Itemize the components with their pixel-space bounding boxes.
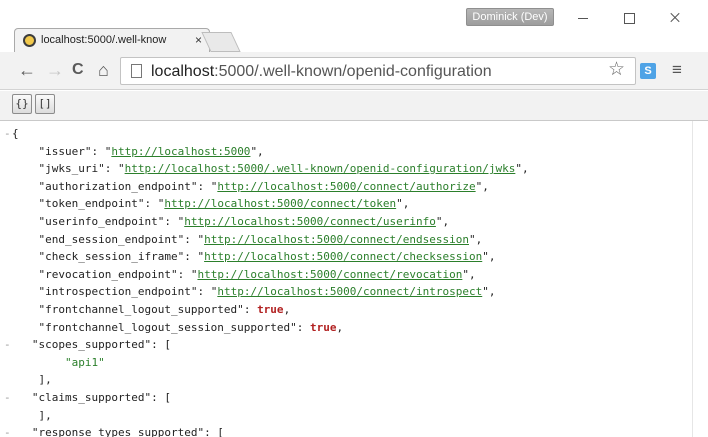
json-line: "check_session_iframe": "http://localhos… [4, 248, 529, 266]
maximize-icon[interactable] [621, 10, 637, 26]
json-url-value[interactable]: http://localhost:5000/connect/checksessi… [204, 250, 482, 263]
json-line: "authorization_endpoint": "http://localh… [4, 178, 529, 196]
gutter [4, 407, 12, 425]
collapse-arrays-button[interactable]: [] [35, 94, 55, 114]
json-key: "response_types_supported" [31, 426, 205, 437]
collapse-objects-button[interactable]: {} [12, 94, 32, 114]
json-line: ], [4, 407, 529, 425]
json-line: "api1" [4, 354, 529, 372]
json-key: "frontchannel_logout_supported" [38, 302, 244, 316]
json-key: "userinfo_endpoint" [38, 214, 165, 228]
collapse-toggle[interactable]: - [4, 125, 12, 143]
json-line: "issuer": "http://localhost:5000", [4, 143, 529, 161]
browser-tab[interactable]: localhost:5000/.well-know × [14, 28, 210, 52]
profile-badge[interactable]: Dominick (Dev) [466, 8, 554, 26]
json-key: "claims_supported" [31, 390, 152, 404]
gutter [4, 283, 12, 301]
json-bracket: ], [38, 408, 52, 422]
minimize-icon[interactable] [575, 10, 591, 26]
json-bool-value: true [257, 302, 284, 316]
json-line: "frontchannel_logout_supported": true, [4, 301, 529, 319]
json-url-value[interactable]: http://localhost:5000/connect/userinfo [184, 215, 436, 228]
address-bar[interactable]: localhost:5000/.well-known/openid-config… [120, 57, 636, 85]
json-url-value[interactable]: http://localhost:5000 [111, 145, 250, 158]
json-line: "token_endpoint": "http://localhost:5000… [4, 195, 529, 213]
gutter [4, 301, 12, 319]
json-key: "token_endpoint" [38, 197, 145, 211]
gutter [4, 178, 12, 196]
json-line: - "claims_supported": [ [4, 389, 529, 407]
json-line: "jwks_uri": "http://localhost:5000/.well… [4, 160, 529, 178]
json-url-value[interactable]: http://localhost:5000/connect/endsession [204, 233, 469, 246]
json-key: "issuer" [38, 144, 92, 158]
json-viewer-toolbar: {} [] [0, 91, 708, 121]
gutter [4, 160, 12, 178]
gutter [4, 213, 12, 231]
json-key: "scopes_supported" [31, 338, 152, 352]
json-string-value: "api1" [64, 355, 105, 369]
json-line: -{ [4, 125, 529, 143]
json-line: "introspection_endpoint": "http://localh… [4, 283, 529, 301]
json-line: - "scopes_supported": [ [4, 336, 529, 354]
gutter [4, 143, 12, 161]
gutter [4, 266, 12, 284]
url-path: :5000/.well-known/openid-configuration [214, 63, 492, 80]
tab-title: localhost:5000/.well-know [41, 34, 167, 46]
gutter [4, 371, 12, 389]
gutter [4, 319, 12, 337]
json-line: "userinfo_endpoint": "http://localhost:5… [4, 213, 529, 231]
json-tree: -{ "issuer": "http://localhost:5000", "j… [4, 125, 529, 437]
scrollbar[interactable] [692, 121, 708, 437]
json-line: - "response_types_supported": [ [4, 424, 529, 437]
json-url-value[interactable]: http://localhost:5000/connect/revocation [197, 268, 462, 281]
url-text[interactable]: localhost:5000/.well-known/openid-config… [151, 63, 492, 81]
json-url-value[interactable]: http://localhost:5000/connect/introspect [217, 285, 482, 298]
home-icon[interactable]: ⌂ [98, 61, 109, 79]
reload-icon[interactable]: C [72, 61, 84, 79]
json-key: "jwks_uri" [38, 162, 105, 176]
json-url-value[interactable]: http://localhost:5000/connect/token [164, 197, 396, 210]
json-brace: { [12, 127, 19, 140]
back-icon[interactable]: ← [18, 61, 36, 79]
json-key: "end_session_endpoint" [38, 232, 185, 246]
json-key: "check_session_iframe" [38, 250, 185, 264]
page-icon [131, 64, 142, 78]
collapse-toggle[interactable]: - [4, 389, 12, 407]
json-key: "frontchannel_logout_session_supported" [38, 320, 297, 334]
json-bracket: ], [38, 373, 52, 387]
bookmark-star-icon[interactable]: ☆ [608, 60, 625, 79]
json-bool-value: true [310, 320, 337, 334]
gutter [4, 354, 12, 372]
collapse-toggle[interactable]: - [4, 336, 12, 354]
json-url-value[interactable]: http://localhost:5000/.well-known/openid… [125, 162, 516, 175]
json-content: -{ "issuer": "http://localhost:5000", "j… [0, 121, 692, 437]
json-line: "frontchannel_logout_session_supported":… [4, 319, 529, 337]
gutter [4, 231, 12, 249]
json-line: "revocation_endpoint": "http://localhost… [4, 266, 529, 284]
json-url-value[interactable]: http://localhost:5000/connect/authorize [217, 180, 475, 193]
json-line: "end_session_endpoint": "http://localhos… [4, 231, 529, 249]
forward-icon[interactable]: → [46, 61, 64, 79]
close-icon[interactable] [667, 10, 683, 26]
browser-toolbar: ← → C ⌂ localhost:5000/.well-known/openi… [0, 52, 708, 90]
tab-close-icon[interactable]: × [195, 33, 202, 47]
json-key: "revocation_endpoint" [38, 267, 178, 281]
url-host: localhost [151, 63, 215, 80]
json-line: ], [4, 371, 529, 389]
favicon-icon [23, 34, 36, 47]
gutter [4, 248, 12, 266]
json-key: "authorization_endpoint" [38, 179, 198, 193]
json-key: "introspection_endpoint" [38, 285, 198, 299]
menu-icon[interactable]: ≡ [672, 61, 682, 78]
collapse-toggle[interactable]: - [4, 424, 12, 437]
extension-icon[interactable]: S [640, 63, 656, 79]
gutter [4, 195, 12, 213]
